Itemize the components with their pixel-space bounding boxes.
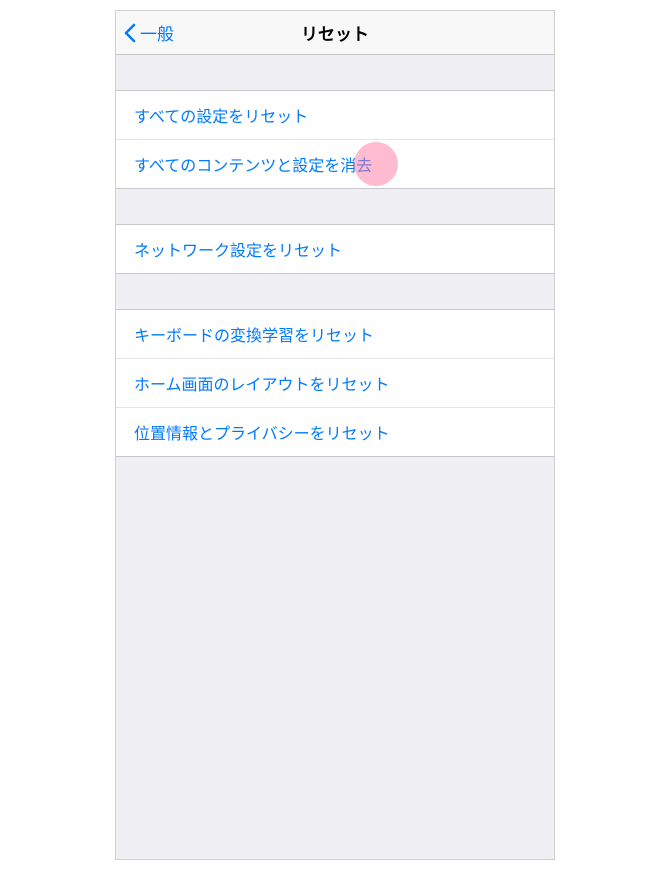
reset-section-1: すべての設定をリセット すべてのコンテンツと設定を消去 [116, 90, 554, 189]
reset-home-layout[interactable]: ホーム画面のレイアウトをリセット [116, 359, 554, 408]
device-frame: 一般 リセット すべての設定をリセット すべてのコンテンツと設定を消去 ネットワ… [115, 10, 555, 860]
item-label: ネットワーク設定をリセット [134, 243, 342, 260]
back-button[interactable]: 一般 [116, 20, 174, 45]
page-title: リセット [116, 20, 554, 45]
section-gap [116, 55, 554, 90]
reset-network-settings[interactable]: ネットワーク設定をリセット [116, 224, 554, 274]
chevron-left-icon [124, 23, 136, 43]
reset-all-settings[interactable]: すべての設定をリセット [116, 90, 554, 140]
item-label: すべての設定をリセット [134, 109, 308, 126]
item-label: キーボードの変換学習をリセット [134, 328, 374, 345]
section-gap [116, 274, 554, 309]
section-gap [116, 189, 554, 224]
reset-section-2: ネットワーク設定をリセット [116, 224, 554, 274]
item-label: すべてのコンテンツと設定を消去 [134, 158, 372, 175]
back-label: 一般 [140, 20, 174, 45]
reset-section-3: キーボードの変換学習をリセット ホーム画面のレイアウトをリセット 位置情報とプラ… [116, 309, 554, 457]
item-label: 位置情報とプライバシーをリセット [134, 426, 390, 443]
settings-content: すべての設定をリセット すべてのコンテンツと設定を消去 ネットワーク設定をリセッ… [116, 55, 554, 457]
erase-all-content[interactable]: すべてのコンテンツと設定を消去 [116, 140, 554, 189]
nav-bar: 一般 リセット [116, 11, 554, 55]
reset-location-privacy[interactable]: 位置情報とプライバシーをリセット [116, 408, 554, 457]
reset-keyboard-dictionary[interactable]: キーボードの変換学習をリセット [116, 309, 554, 359]
item-label: ホーム画面のレイアウトをリセット [134, 377, 390, 394]
